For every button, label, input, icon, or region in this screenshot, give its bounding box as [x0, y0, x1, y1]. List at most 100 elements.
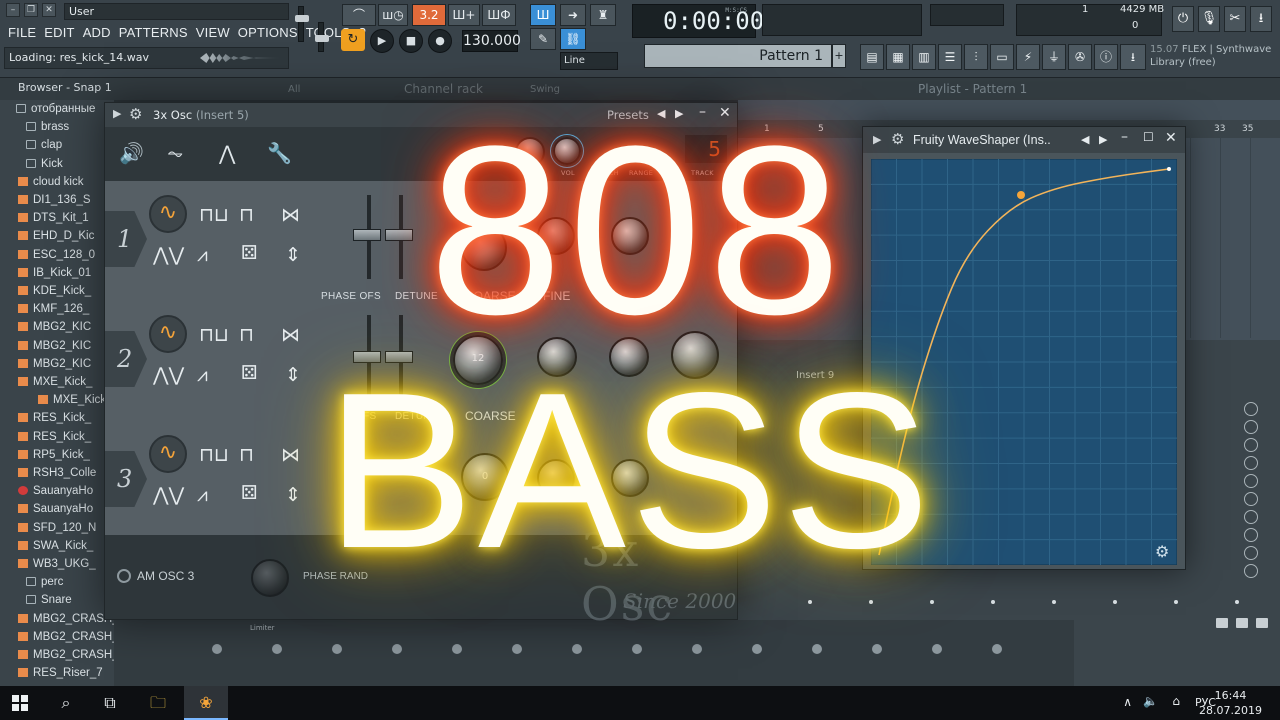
menu-options[interactable]: OPTIONS: [234, 24, 302, 42]
mixer-route-dot[interactable]: [1174, 600, 1178, 604]
browser-item[interactable]: perc: [0, 573, 114, 591]
minimize-icon[interactable]: –: [6, 3, 20, 17]
mixer-route-dot[interactable]: [869, 600, 873, 604]
mixer-pan-knob[interactable]: [572, 644, 582, 654]
pattern-song-toggle[interactable]: ↻: [341, 29, 365, 51]
windows-start-icon[interactable]: [12, 695, 28, 711]
browser-item[interactable]: MBG2_CRASH_01: [0, 610, 114, 628]
browser-item[interactable]: DTS_Kit_1: [0, 209, 114, 227]
browser-item[interactable]: RP5_Kick_: [0, 446, 114, 464]
play-button[interactable]: ▶: [370, 29, 394, 53]
pulse-wave-button[interactable]: ⊓: [239, 205, 254, 225]
saw-wave-button[interactable]: ⩘: [197, 245, 208, 265]
pulse-wave-button[interactable]: ⊓: [239, 325, 254, 345]
sine-wave-button[interactable]: ∿: [149, 195, 187, 233]
mixer-pan-knob[interactable]: [512, 644, 522, 654]
menu-patterns[interactable]: PATTERNS: [115, 24, 192, 42]
loop-record-button[interactable]: ШФ: [482, 4, 516, 26]
mixer-pan-knob[interactable]: [452, 644, 462, 654]
shape-arrows-icon[interactable]: ⇕: [285, 365, 301, 385]
square-wave-button[interactable]: ⊓⊔: [199, 205, 229, 225]
clock[interactable]: 16:44 28.07.2019: [1199, 688, 1262, 718]
browser-item[interactable]: WB3_UKG_: [0, 555, 114, 573]
saw-wave-button[interactable]: ⩘: [197, 365, 208, 385]
waveshaper-titlebar[interactable]: ▶ ⚙ Fruity WaveShaper (Ins.. ◀ ▶ – ☐ ✕: [863, 127, 1185, 153]
mixer-pan-knob[interactable]: [692, 644, 702, 654]
mixer-send-toggle[interactable]: [1244, 492, 1258, 506]
browser-item[interactable]: RES_Riser_7: [0, 664, 114, 682]
pulse-wave-button[interactable]: ⊓: [239, 445, 254, 465]
tools-icon[interactable]: ✂: [1224, 6, 1246, 32]
mixer-pan-knob[interactable]: [872, 644, 882, 654]
mixer-fader[interactable]: [1236, 618, 1248, 628]
blend-notes-button[interactable]: Ш+: [448, 4, 480, 26]
browser-item[interactable]: MXE_Kick_: [0, 373, 114, 391]
menu-file[interactable]: FILE: [4, 24, 40, 42]
phase-rand-knob[interactable]: [251, 559, 289, 597]
browser-icon[interactable]: ▭: [990, 44, 1014, 70]
mixer-route-dot[interactable]: [991, 600, 995, 604]
mixer-route-dot[interactable]: [1235, 600, 1239, 604]
close-icon[interactable]: ✕: [42, 3, 56, 17]
mixer-pan-knob[interactable]: [752, 644, 762, 654]
channel-rack-icon[interactable]: ▥: [912, 44, 936, 70]
mixer-route-dot[interactable]: [1052, 600, 1056, 604]
typing-keyboard-button[interactable]: Ш: [530, 4, 556, 26]
gear-icon[interactable]: ⚙: [891, 130, 904, 148]
browser-item[interactable]: Snare: [0, 591, 114, 609]
link-button[interactable]: ⛓: [560, 28, 586, 50]
piano-roll-icon[interactable]: ▦: [886, 44, 910, 70]
menu-arrow-icon[interactable]: ▶: [873, 133, 881, 146]
browser-item[interactable]: brass: [0, 118, 114, 136]
browser-item[interactable]: RES_Kick_: [0, 409, 114, 427]
playlist-icon[interactable]: ▤: [860, 44, 884, 70]
master-volume-slider[interactable]: [295, 6, 309, 42]
mixer-send-toggle[interactable]: [1244, 564, 1258, 578]
volume-icon[interactable]: 🔈: [1143, 694, 1158, 708]
browser-item[interactable]: clap: [0, 136, 114, 154]
info-icon[interactable]: ⓘ: [1094, 44, 1118, 70]
mixer-pan-knob[interactable]: [812, 644, 822, 654]
saw-wave-button[interactable]: ⩘: [197, 485, 208, 505]
browser-item[interactable]: ESC_128_0: [0, 246, 114, 264]
microphone-icon[interactable]: 🎙: [1198, 6, 1220, 32]
mixer-fader[interactable]: [1216, 618, 1228, 628]
wait-button[interactable]: ш◷: [378, 4, 408, 26]
mixer-pan-knob[interactable]: [632, 644, 642, 654]
channel-rack-title[interactable]: Channel rack: [404, 82, 483, 96]
draw-tool-button[interactable]: ✎: [530, 28, 556, 50]
mixer-pan-knob[interactable]: [392, 644, 402, 654]
recording-filter-button[interactable]: ♜: [590, 4, 616, 26]
menu-view[interactable]: VIEW: [192, 24, 234, 42]
sine-wave-button[interactable]: ∿: [149, 315, 187, 353]
mixer-send-toggle[interactable]: [1244, 474, 1258, 488]
plug-icon[interactable]: ⏚: [1042, 44, 1066, 70]
record-button[interactable]: ●: [428, 29, 452, 53]
phase-ofs-fader[interactable]: [353, 229, 381, 241]
metronome-button[interactable]: ⌒: [342, 4, 376, 26]
browser-item[interactable]: MBG2_CRASH_02: [0, 628, 114, 646]
browser-item[interactable]: SauanyaHo: [0, 500, 114, 518]
custom-wave-button[interactable]: ⋈: [281, 205, 300, 225]
square-wave-button[interactable]: ⊓⊔: [199, 445, 229, 465]
wrench-icon[interactable]: 🔧: [267, 141, 292, 165]
fl-studio-taskbar-icon[interactable]: ❀: [184, 686, 228, 720]
browser-item[interactable]: cloud kick: [0, 173, 114, 191]
am-osc3-toggle[interactable]: AM OSC 3: [117, 569, 194, 583]
news-panel[interactable]: 15.07 FLEX | Synthwave Library (free): [1150, 43, 1271, 69]
mixer-send-toggle[interactable]: [1244, 528, 1258, 542]
network-icon[interactable]: ⌂: [1172, 694, 1180, 708]
menu-add[interactable]: ADD: [79, 24, 115, 42]
browser-item[interactable]: Kick: [0, 155, 114, 173]
song-time-display[interactable]: 0:00:00 M:S:CS: [632, 4, 764, 38]
browser-item[interactable]: KMF_126_: [0, 300, 114, 318]
mixer-sliders-icon[interactable]: ⫶: [964, 44, 988, 70]
browser-item[interactable]: SauanyaHo: [0, 482, 114, 500]
noise-button[interactable]: ⚄: [241, 243, 258, 263]
triangle-wave-button[interactable]: ⋀⋁: [153, 365, 184, 385]
mixer-icon[interactable]: ☰: [938, 44, 962, 70]
mixer-pan-knob[interactable]: [212, 644, 222, 654]
mixer-route-dot[interactable]: [1113, 600, 1117, 604]
browser-item[interactable]: MBG2_KIC: [0, 318, 114, 336]
mixer-fader[interactable]: [1256, 618, 1268, 628]
